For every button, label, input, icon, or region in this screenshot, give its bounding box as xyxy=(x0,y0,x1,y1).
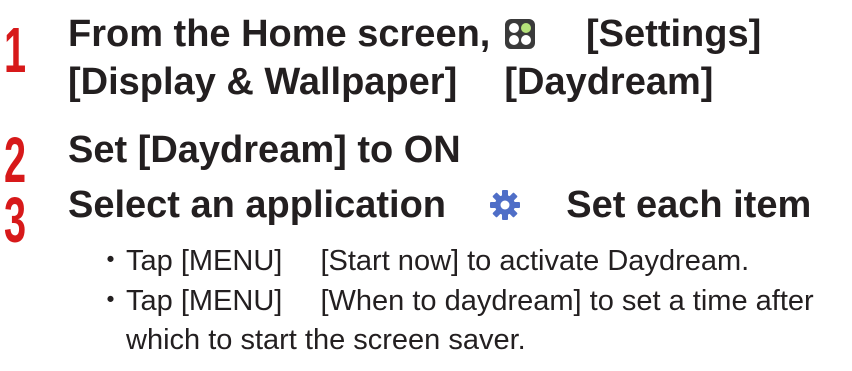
apps-grid-icon xyxy=(504,19,535,49)
step-3-text-select: Select an application xyxy=(68,184,446,226)
step-number-2: 2 xyxy=(4,124,27,196)
note-2: Tap [MENU] [When to daydream] to set a t… xyxy=(126,283,814,319)
step-3-text-set: Set each item xyxy=(566,184,812,226)
step-1-text-display: [Display & Wallpaper] xyxy=(68,61,458,103)
gear-icon xyxy=(487,187,523,223)
step-3-line: Select an application Set each item xyxy=(68,183,811,227)
step-1-text-daydream: [Daydream] xyxy=(504,61,714,103)
step-1-line-2: [Display & Wallpaper] [Daydream] xyxy=(68,60,713,104)
note-1-bullet: ・ xyxy=(96,245,126,277)
note-2-text-b: [When to daydream] to set a time after xyxy=(320,285,814,317)
note-2-bullet: ・ xyxy=(96,285,126,317)
step-number-1: 1 xyxy=(4,14,27,86)
step-number-3: 3 xyxy=(4,184,27,256)
note-1: Tap [MENU] [Start now] to activate Daydr… xyxy=(126,243,749,279)
note-2-continuation: which to start the screen saver. xyxy=(126,322,526,358)
note-2-text-c: which to start the screen saver. xyxy=(126,324,526,356)
note-2-text-a: Tap [MENU] xyxy=(126,285,283,317)
step-1-text-home: From the Home screen, xyxy=(68,13,491,55)
note-1-text-a: Tap [MENU] xyxy=(126,245,283,277)
note-1-text-b: [Start now] to activate Daydream. xyxy=(320,245,750,277)
step-2-line: Set [Daydream] to ON xyxy=(68,128,461,172)
step-2-text: Set [Daydream] to ON xyxy=(68,129,461,171)
step-1-line-1: From the Home screen, [Settings] xyxy=(68,12,761,56)
step-1-text-settings: [Settings] xyxy=(586,13,762,55)
